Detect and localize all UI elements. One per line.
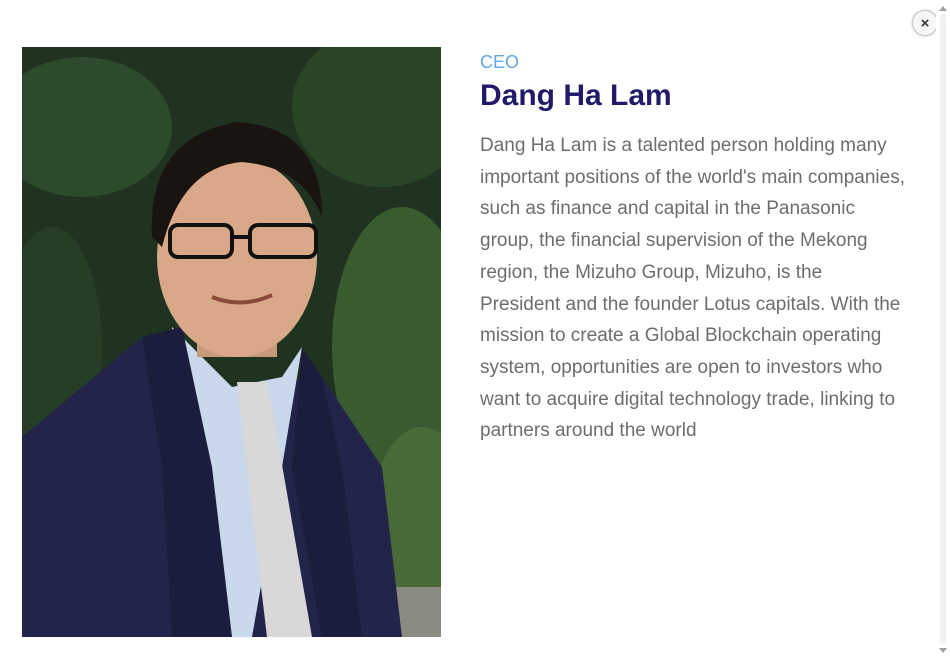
close-icon: ×	[920, 14, 930, 32]
profile-name: Dang Ha Lam	[480, 79, 672, 112]
profile-bio: Dang Ha Lam is a talented person holding…	[480, 135, 905, 442]
scroll-up-arrow[interactable]	[939, 6, 947, 11]
scroll-thumb[interactable]	[940, 14, 946, 644]
profile-role: CEO	[480, 52, 520, 72]
profile-photo	[22, 47, 441, 637]
close-button[interactable]: ×	[912, 10, 938, 36]
scroll-down-arrow[interactable]	[939, 648, 947, 653]
profile-modal: CEO Dang Ha Lam Dang Ha Lam is a talente…	[0, 0, 950, 659]
profile-content: CEO Dang Ha Lam Dang Ha Lam is a talente…	[480, 50, 905, 447]
scrollbar[interactable]	[936, 0, 950, 659]
